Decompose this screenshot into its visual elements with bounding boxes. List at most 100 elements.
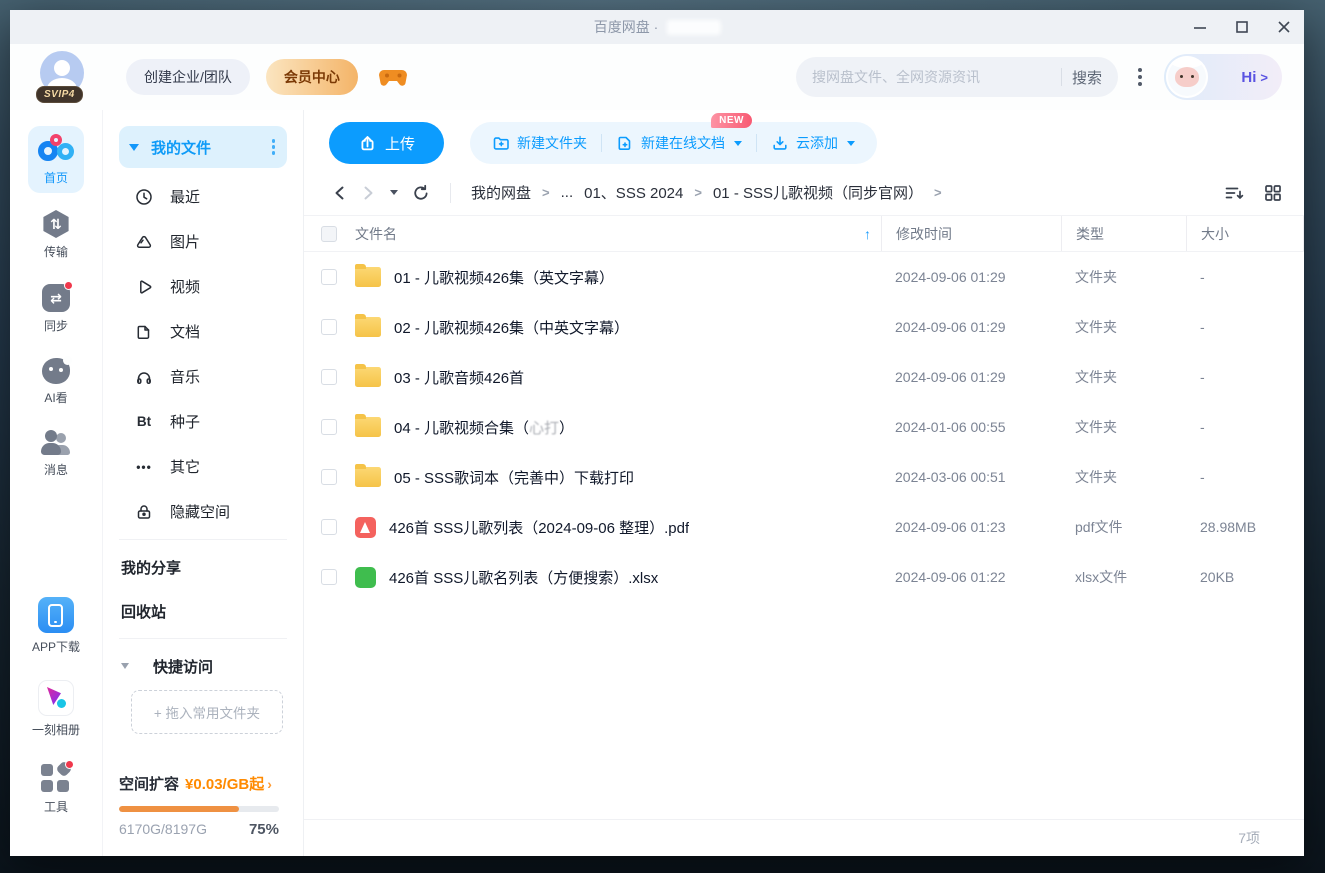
game-icon[interactable] bbox=[378, 66, 408, 88]
caret-down-icon bbox=[734, 141, 742, 146]
file-type: pdf文件 bbox=[1061, 517, 1186, 537]
sidebar-item-videos[interactable]: 视频 bbox=[119, 264, 287, 309]
row-checkbox[interactable] bbox=[321, 469, 337, 485]
cloud-add-button[interactable]: 云添加 bbox=[757, 122, 869, 164]
rail-item-sync[interactable]: ⇄ 同步 bbox=[32, 276, 80, 341]
file-type: xlsx文件 bbox=[1061, 567, 1186, 587]
drop-folder-zone[interactable]: + 拖入常用文件夹 bbox=[131, 690, 283, 734]
close-button[interactable] bbox=[1276, 19, 1292, 35]
select-all-checkbox[interactable] bbox=[321, 226, 337, 242]
file-size: - bbox=[1186, 269, 1304, 285]
refresh-button[interactable] bbox=[412, 184, 430, 202]
storage-usage: 6170G/8197G bbox=[119, 821, 207, 837]
my-files-menu-icon[interactable] bbox=[272, 139, 276, 155]
rail-item-messages[interactable]: 消息 bbox=[31, 422, 81, 485]
sidebar-item-hidden-space[interactable]: 隐藏空间 bbox=[119, 489, 287, 534]
user-logo[interactable]: SVIP4 bbox=[40, 51, 88, 103]
column-header-type[interactable]: 类型 bbox=[1061, 216, 1186, 251]
titlebar[interactable]: 百度网盘 · bbox=[10, 10, 1304, 44]
column-header-size[interactable]: 大小 bbox=[1186, 216, 1304, 251]
file-name[interactable]: 426首 SSS儿歌列表（2024-09-06 整理）.pdf bbox=[389, 517, 689, 538]
sidebar-item-others[interactable]: ••• 其它 bbox=[119, 444, 287, 489]
breadcrumb-ellipsis[interactable]: ... bbox=[561, 184, 574, 201]
search-divider bbox=[1061, 68, 1062, 86]
table-row[interactable]: 04 - 儿歌视频合集（心打） 2024-01-06 00:55 文件夹 - bbox=[304, 402, 1304, 452]
sidebar-item-documents[interactable]: 文档 bbox=[119, 309, 287, 354]
upload-icon bbox=[358, 134, 377, 153]
table-row[interactable]: 02 - 儿歌视频426集（中英文字幕） 2024-09-06 01:29 文件… bbox=[304, 302, 1304, 352]
grid-view-icon[interactable] bbox=[1264, 184, 1282, 202]
file-type-icon bbox=[355, 467, 381, 487]
more-menu-icon[interactable] bbox=[1138, 68, 1142, 86]
table-row[interactable]: 01 - 儿歌视频426集（英文字幕） 2024-09-06 01:29 文件夹… bbox=[304, 252, 1304, 302]
status-bar: 7项 bbox=[304, 819, 1304, 856]
row-checkbox[interactable] bbox=[321, 569, 337, 585]
minimize-button[interactable] bbox=[1192, 19, 1208, 35]
sidebar-item-music[interactable]: 音乐 bbox=[119, 354, 287, 399]
row-checkbox[interactable] bbox=[321, 419, 337, 435]
new-folder-button[interactable]: 新建文件夹 bbox=[478, 122, 601, 164]
file-type-icon bbox=[355, 517, 376, 538]
document-icon bbox=[135, 323, 153, 341]
back-button[interactable] bbox=[332, 185, 348, 201]
history-dropdown-icon[interactable] bbox=[390, 190, 398, 195]
sidebar-item-recycle-bin[interactable]: 回收站 bbox=[119, 589, 287, 633]
breadcrumb: 我的网盘 > ... 01、SSS 2024 > 01 - SSS儿歌视频（同步… bbox=[471, 182, 942, 203]
new-folder-icon bbox=[492, 134, 510, 152]
create-team-button[interactable]: 创建企业/团队 bbox=[126, 59, 250, 95]
rail-item-app-download[interactable]: APP下载 bbox=[22, 589, 90, 662]
row-checkbox[interactable] bbox=[321, 319, 337, 335]
rail-item-tools[interactable]: 工具 bbox=[22, 755, 90, 822]
file-type-icon bbox=[355, 417, 381, 437]
sidebar-item-recent[interactable]: 最近 bbox=[119, 174, 287, 219]
search-button[interactable]: 搜索 bbox=[1072, 67, 1102, 88]
search-input[interactable] bbox=[812, 69, 1051, 85]
sidebar-item-pictures[interactable]: 图片 bbox=[119, 219, 287, 264]
redacted-account-name bbox=[666, 20, 720, 35]
breadcrumb-root[interactable]: 我的网盘 bbox=[471, 182, 531, 203]
column-header-name[interactable]: 文件名 bbox=[355, 224, 397, 244]
file-type-icon bbox=[355, 267, 381, 287]
divider bbox=[450, 183, 451, 203]
divider bbox=[119, 638, 287, 639]
file-name[interactable]: 01 - 儿歌视频426集（英文字幕） bbox=[394, 267, 614, 288]
rail-item-ai-view[interactable]: AI看 bbox=[32, 350, 80, 413]
forward-button[interactable] bbox=[360, 185, 376, 201]
maximize-button[interactable] bbox=[1234, 19, 1250, 35]
svip-badge: SVIP4 bbox=[36, 86, 83, 103]
sidebar-item-my-files[interactable]: 我的文件 bbox=[119, 126, 287, 168]
file-name[interactable]: 03 - 儿歌音频426首 bbox=[394, 367, 524, 388]
table-row[interactable]: 05 - SSS歌词本（完善中）下载打印 2024-03-06 00:51 文件… bbox=[304, 452, 1304, 502]
sort-icon[interactable] bbox=[1224, 184, 1244, 202]
sort-asc-icon[interactable]: ↑ bbox=[864, 226, 871, 242]
row-checkbox[interactable] bbox=[321, 369, 337, 385]
rail-item-photo-album[interactable]: 一刻相册 bbox=[22, 672, 90, 745]
bt-icon: Bt bbox=[135, 413, 153, 431]
row-checkbox[interactable] bbox=[321, 519, 337, 535]
table-row[interactable]: 426首 SSS儿歌名列表（方便搜索）.xlsx 2024-09-06 01:2… bbox=[304, 552, 1304, 602]
sidebar-item-torrents[interactable]: Bt 种子 bbox=[119, 399, 287, 444]
rail-item-home[interactable]: 首页 bbox=[28, 126, 84, 193]
app-download-icon bbox=[38, 597, 74, 633]
breadcrumb-parent[interactable]: 01、SSS 2024 bbox=[584, 182, 683, 203]
column-header-modified[interactable]: 修改时间 bbox=[881, 216, 1061, 251]
table-row[interactable]: 426首 SSS儿歌列表（2024-09-06 整理）.pdf 2024-09-… bbox=[304, 502, 1304, 552]
breadcrumb-current[interactable]: 01 - SSS儿歌视频（同步官网） bbox=[713, 182, 923, 203]
sidebar-item-quick-access[interactable]: 快捷访问 bbox=[119, 644, 287, 688]
file-name[interactable]: 05 - SSS歌词本（完善中）下载打印 bbox=[394, 467, 634, 488]
user-profile-button[interactable]: Hi> bbox=[1164, 54, 1282, 100]
file-name[interactable]: 04 - 儿歌视频合集（心打） bbox=[394, 417, 574, 438]
sidebar-item-my-shares[interactable]: 我的分享 bbox=[119, 545, 287, 589]
file-name[interactable]: 02 - 儿歌视频426集（中英文字幕） bbox=[394, 317, 629, 338]
row-checkbox[interactable] bbox=[321, 269, 337, 285]
storage-expand-link[interactable]: 空间扩容 ¥0.03/GB起 › bbox=[119, 773, 287, 794]
table-row[interactable]: 03 - 儿歌音频426首 2024-09-06 01:29 文件夹 - bbox=[304, 352, 1304, 402]
vip-center-button[interactable]: 会员中心 bbox=[266, 59, 358, 95]
file-list: 01 - 儿歌视频426集（英文字幕） 2024-09-06 01:29 文件夹… bbox=[304, 252, 1304, 602]
file-type-icon bbox=[355, 367, 381, 387]
rail-item-transfer[interactable]: ⇅ 传输 bbox=[32, 202, 80, 267]
messages-icon bbox=[41, 430, 71, 456]
new-online-doc-button[interactable]: NEW 新建在线文档 bbox=[602, 122, 756, 164]
file-name[interactable]: 426首 SSS儿歌名列表（方便搜索）.xlsx bbox=[389, 567, 658, 588]
upload-button[interactable]: 上传 bbox=[329, 122, 444, 164]
